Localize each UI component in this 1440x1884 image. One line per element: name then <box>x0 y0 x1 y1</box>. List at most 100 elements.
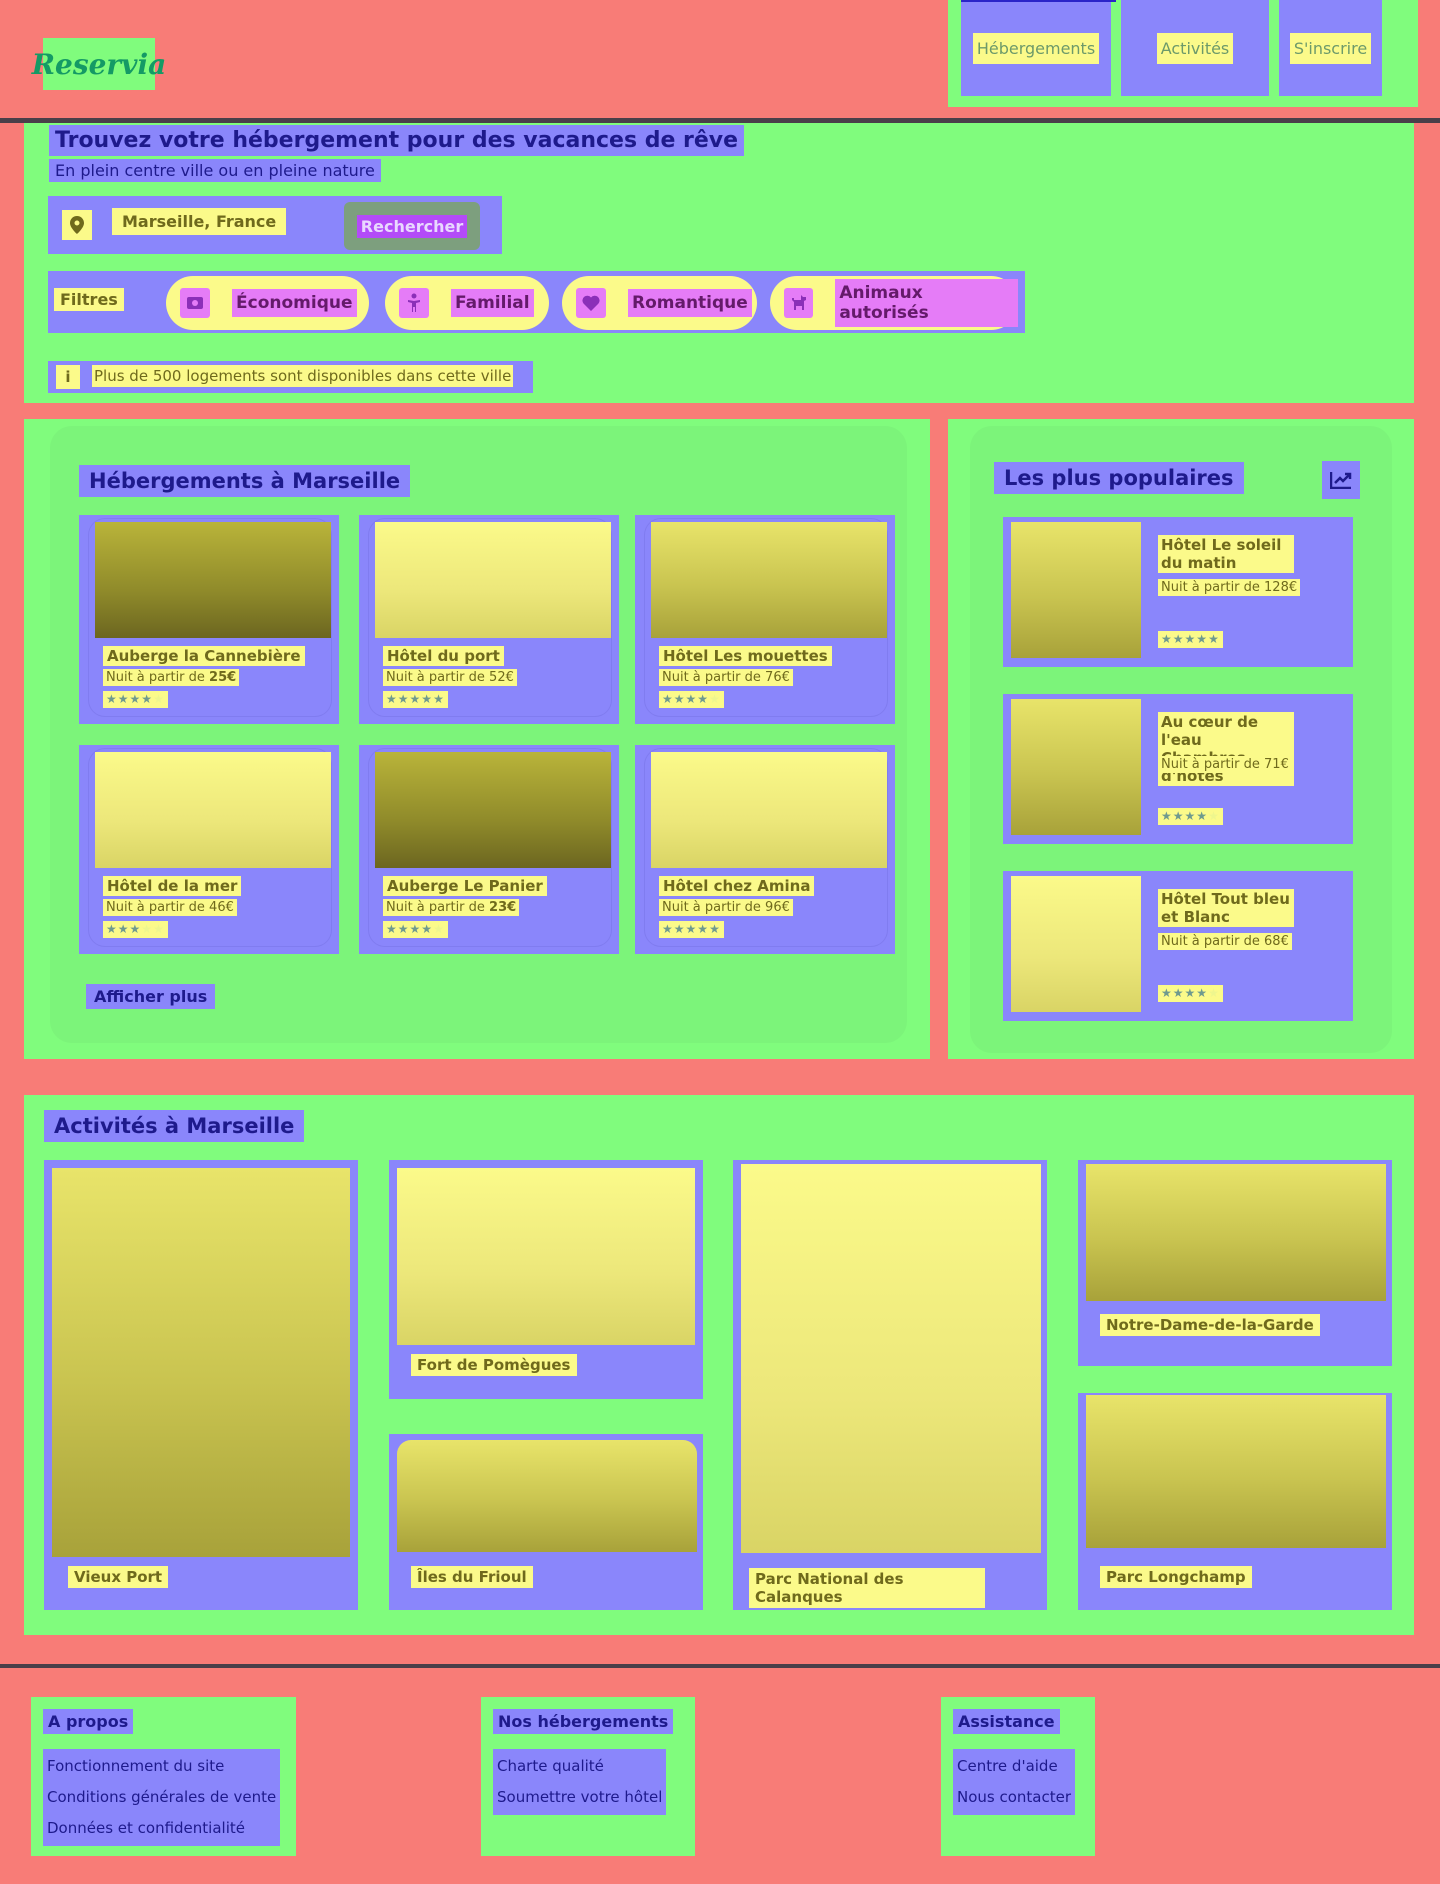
footer-column-apropos: A propos Fonctionnement du site Conditio… <box>31 1697 296 1856</box>
accommodations-title: Hébergements à Marseille <box>79 465 411 497</box>
star-icon: ★ <box>673 692 686 706</box>
rating-stars: ★★★★★ <box>103 691 168 708</box>
star-icon: ★ <box>709 922 721 936</box>
star-icon: ★ <box>697 692 710 706</box>
search-button-label: Rechercher <box>356 214 468 238</box>
star-icon: ★ <box>433 692 445 706</box>
footer-link[interactable]: Fonctionnement du site <box>47 1751 276 1782</box>
footer-link[interactable]: Nous contacter <box>957 1782 1071 1813</box>
filter-economique[interactable]: Économique <box>166 276 369 330</box>
hotel-photo <box>95 752 331 868</box>
filter-label: Familial <box>451 289 534 317</box>
main-nav: Hébergements Activités S'inscrire <box>948 0 1418 107</box>
footer-link[interactable]: Charte qualité <box>497 1751 662 1782</box>
star-icon: ★ <box>1161 632 1173 646</box>
filters-bar: Filtres Économique Familial Romantique A… <box>48 271 1025 333</box>
footer-link[interactable]: Conditions générales de vente <box>47 1782 276 1813</box>
filter-animaux[interactable]: Animaux autorisés <box>770 276 1018 330</box>
star-icon: ★ <box>1172 986 1185 1000</box>
footer-link[interactable]: Soumettre votre hôtel <box>497 1782 662 1813</box>
nav-label: Hébergements <box>972 32 1100 64</box>
activity-card[interactable]: Vieux Port <box>44 1160 358 1610</box>
footer-column-title: A propos <box>43 1709 134 1734</box>
rating-stars: ★★★★★ <box>383 691 448 708</box>
hotel-price: Nuit à partir de 46€ <box>103 899 237 916</box>
hotel-card[interactable]: Auberge la Cannebière Nuit à partir de 2… <box>79 515 339 724</box>
nav-hebergements[interactable]: Hébergements <box>961 0 1116 96</box>
footer-column-assistance: Assistance Centre d'aide Nous contacter <box>941 1697 1095 1856</box>
hotel-name: Hôtel Le soleil du matin <box>1158 535 1294 573</box>
hotel-photo <box>95 522 331 638</box>
hotel-name: Auberge la Cannebière <box>103 646 305 666</box>
info-icon: i <box>56 365 80 389</box>
hero-section: Trouvez votre hébergement pour des vacan… <box>24 123 1414 403</box>
hotel-photo <box>1011 699 1141 835</box>
star-icon: ★ <box>141 692 154 706</box>
star-icon: ★ <box>1161 809 1173 823</box>
hotel-card[interactable]: Hôtel chez Amina Nuit à partir de 96€ ★★… <box>635 745 895 954</box>
popular-hotel-card[interactable]: Au cœur de l'eau Chambres d'hôtes Nuit à… <box>1003 694 1353 844</box>
footer-link[interactable]: Données et confidentialité <box>47 1813 276 1844</box>
show-more-button[interactable]: Afficher plus <box>86 984 216 1009</box>
rating-stars: ★★★★★ <box>659 691 724 708</box>
hotel-name: Hôtel chez Amina <box>659 876 815 896</box>
footer-link[interactable]: Centre d'aide <box>957 1751 1071 1782</box>
heart-icon <box>576 288 606 318</box>
page-subtitle: En plein centre ville ou en pleine natur… <box>49 159 381 182</box>
search-input[interactable]: Marseille, France <box>112 208 287 235</box>
activity-card[interactable]: Fort de Pomègues <box>389 1160 703 1399</box>
hotel-price: Nuit à partir de 76€ <box>659 669 793 686</box>
star-icon: ★ <box>421 922 434 936</box>
hotel-card[interactable]: Hôtel Les mouettes Nuit à partir de 76€ … <box>635 515 895 724</box>
hotel-card[interactable]: Auberge Le Panier Nuit à partir de 23€ ★… <box>359 745 619 954</box>
filter-familial[interactable]: Familial <box>385 276 549 330</box>
hotel-card[interactable]: Hôtel du port Nuit à partir de 52€ ★★★★★ <box>359 515 619 724</box>
activity-card[interactable]: Notre-Dame-de-la-Garde <box>1078 1160 1392 1366</box>
rating-stars: ★★★★★ <box>1158 985 1223 1002</box>
filters-label: Filtres <box>54 288 124 311</box>
star-icon: ★ <box>685 922 698 936</box>
nav-label: S'inscrire <box>1289 32 1372 64</box>
popular-hotel-card[interactable]: Hôtel Tout bleu et Blanc Nuit à partir d… <box>1003 871 1353 1021</box>
activity-card[interactable]: Îles du Frioul <box>389 1434 703 1610</box>
footer-column-title: Nos hébergements <box>493 1709 674 1734</box>
popular-hotel-card[interactable]: Hôtel Le soleil du matin Nuit à partir d… <box>1003 517 1353 667</box>
accommodations-section: Hébergements à Marseille Auberge la Cann… <box>24 419 930 1059</box>
info-banner: i Plus de 500 logements sont disponibles… <box>48 361 533 393</box>
star-icon: ★ <box>1184 809 1197 823</box>
star-icon: ★ <box>1208 809 1220 823</box>
search-button[interactable]: Rechercher <box>344 202 480 250</box>
popular-section: Les plus populaires Hôtel Le soleil du m… <box>948 419 1414 1059</box>
star-icon: ★ <box>1196 809 1209 823</box>
nav-activites[interactable]: Activités <box>1121 0 1269 96</box>
page-title: Trouvez votre hébergement pour des vacan… <box>49 125 745 156</box>
footer-links: Centre d'aide Nous contacter <box>953 1749 1076 1815</box>
hotel-photo <box>375 522 611 638</box>
star-icon: ★ <box>153 692 165 706</box>
activity-label: Notre-Dame-de-la-Garde <box>1100 1314 1320 1336</box>
star-icon: ★ <box>409 692 422 706</box>
footer-column-hebergements: Nos hébergements Charte qualité Soumettr… <box>481 1697 695 1856</box>
footer-divider <box>0 1664 1440 1668</box>
star-icon: ★ <box>129 922 142 936</box>
activity-photo <box>52 1168 350 1557</box>
hotel-photo <box>375 752 611 868</box>
hotel-card[interactable]: Hôtel de la mer Nuit à partir de 46€ ★★★… <box>79 745 339 954</box>
activity-card[interactable]: Parc Longchamp <box>1078 1393 1392 1610</box>
activity-card[interactable]: Parc National des Calanques <box>733 1160 1047 1610</box>
star-icon: ★ <box>662 692 674 706</box>
nav-sinscrire[interactable]: S'inscrire <box>1279 0 1382 96</box>
child-icon <box>399 288 429 318</box>
activity-photo <box>741 1164 1041 1553</box>
star-icon: ★ <box>433 922 445 936</box>
star-icon: ★ <box>421 692 434 706</box>
hotel-price: Nuit à partir de 52€ <box>383 669 517 686</box>
hotel-photo <box>651 522 887 638</box>
nav-label: Activités <box>1156 32 1234 64</box>
chart-trend-icon[interactable] <box>1322 461 1360 499</box>
star-icon: ★ <box>673 922 686 936</box>
activity-label: Fort de Pomègues <box>411 1354 577 1376</box>
filter-romantique[interactable]: Romantique <box>562 276 757 330</box>
star-icon: ★ <box>141 922 154 936</box>
logo[interactable]: Reservia <box>32 38 166 90</box>
